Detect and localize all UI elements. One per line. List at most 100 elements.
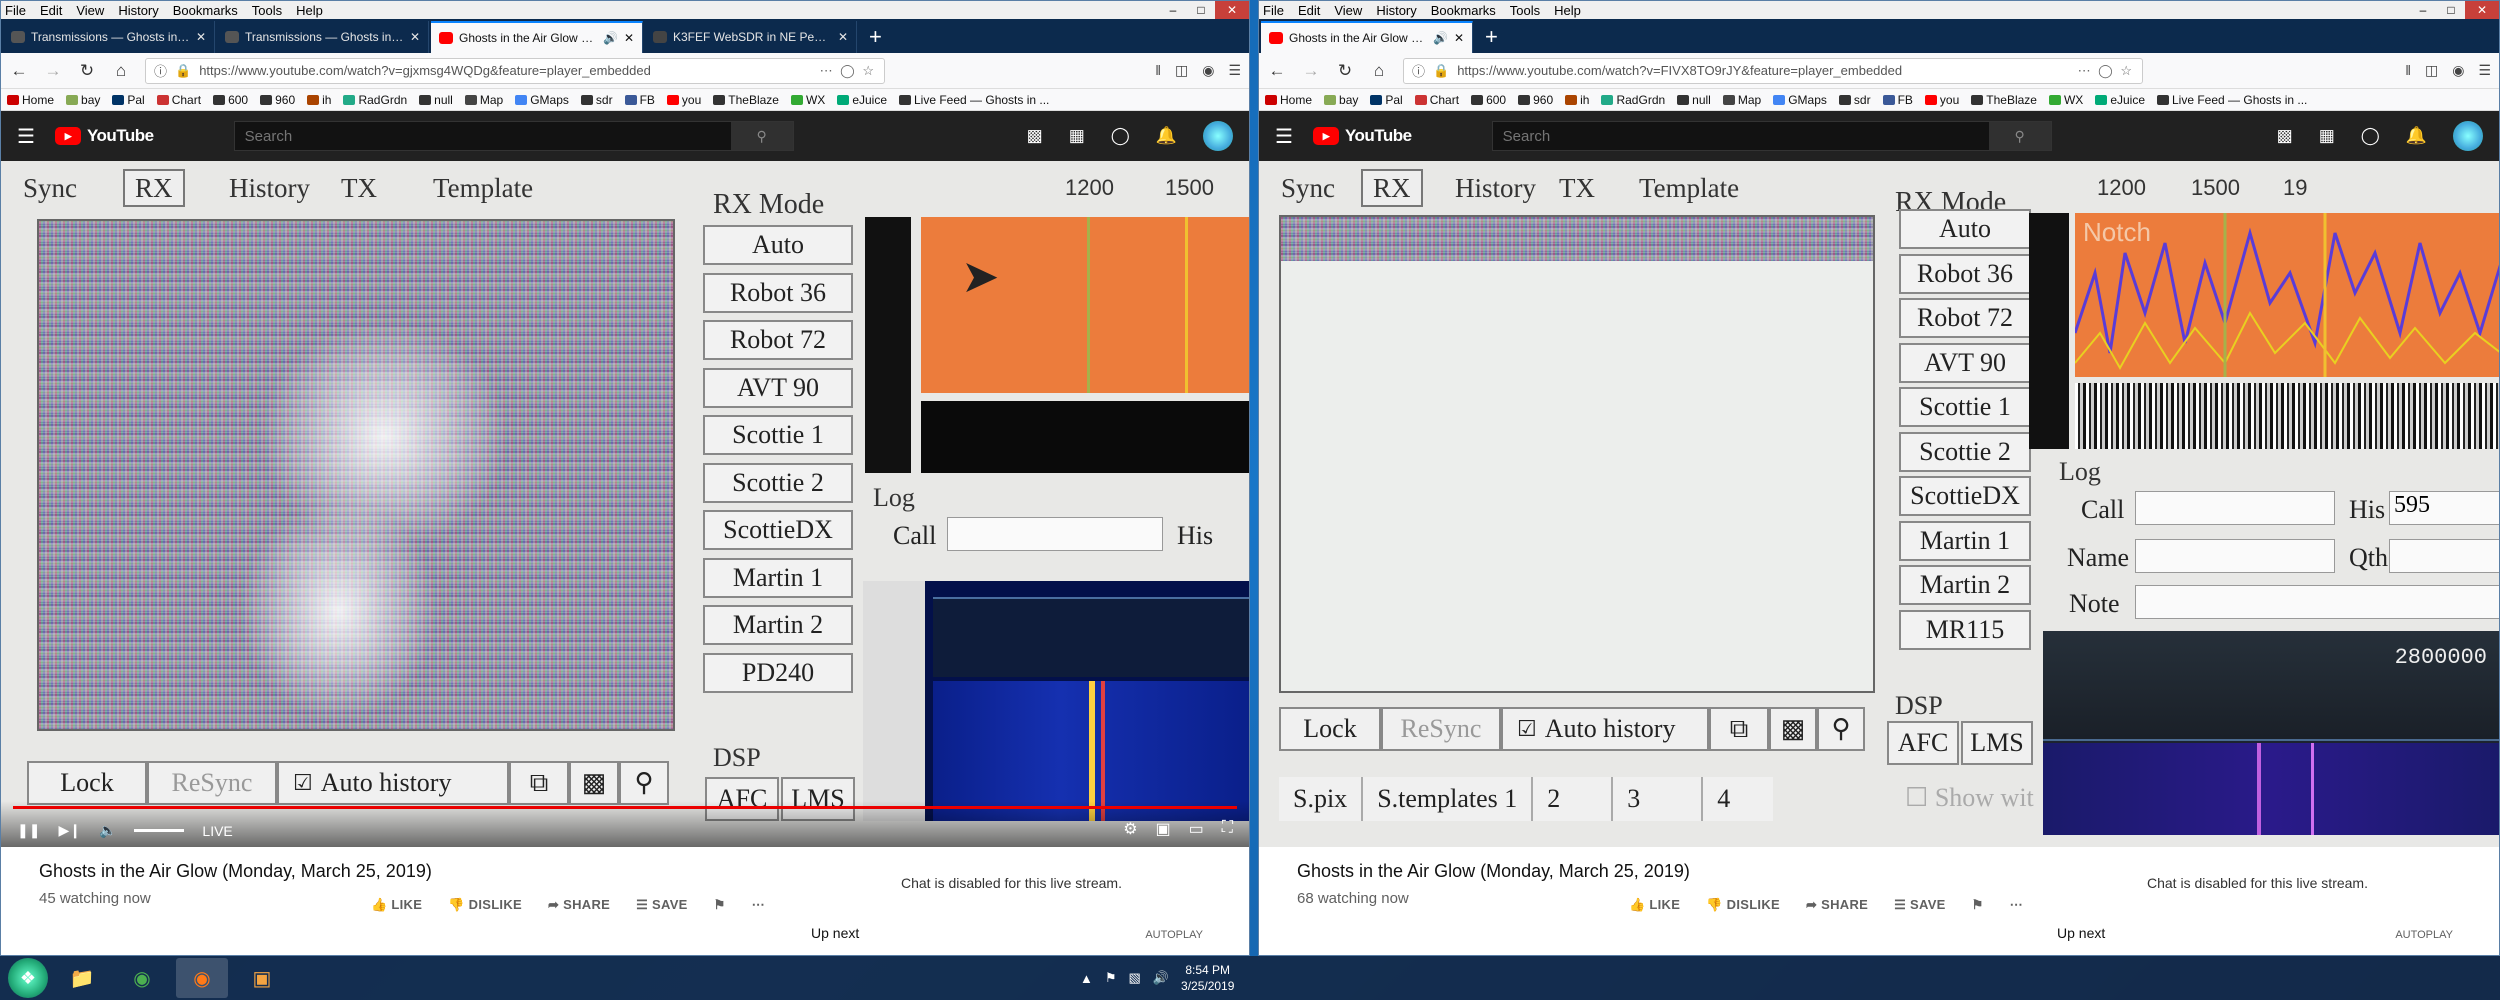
dislike-button[interactable]: 👎 DISLIKE [1706, 897, 1780, 913]
bookmark-item[interactable]: ih [307, 93, 331, 107]
browser-tab[interactable]: Transmissions — Ghosts in the ✕ [3, 21, 215, 53]
speaker-icon[interactable]: 🔊 [1433, 31, 1448, 45]
bookmark-item[interactable]: WX [2048, 93, 2083, 107]
info-icon[interactable]: ⓘ [154, 61, 167, 80]
bookmark-item[interactable]: you [1924, 93, 1959, 107]
info-icon[interactable]: ⓘ [1412, 61, 1425, 80]
close-tab-icon[interactable]: ✕ [410, 30, 420, 44]
video-player[interactable]: Sync RX History TX Template RX Mode 1200… [1259, 161, 2499, 847]
video-player[interactable]: Sync RX History TX Template RX Mode 1200… [1, 161, 1249, 847]
forward-icon[interactable]: → [43, 61, 63, 81]
browser-tab-active[interactable]: Ghosts in the Air Glow (Mo 🔊 ✕ [1261, 21, 1473, 53]
bookmark-item[interactable]: eJuice [2095, 93, 2145, 107]
bookmark-item[interactable]: GMaps [1773, 93, 1827, 107]
close-tab-icon[interactable]: ✕ [1454, 31, 1464, 45]
bookmark-item[interactable]: 600 [1471, 93, 1506, 107]
dislike-button[interactable]: 👎 DISLIKE [448, 897, 522, 913]
home-icon[interactable]: ⌂ [1369, 61, 1389, 81]
bookmark-item[interactable]: sdr [580, 93, 613, 107]
library-icon[interactable]: ‖ [1155, 62, 1161, 79]
flag-icon[interactable]: ⚑ [1105, 970, 1117, 986]
youtube-logo[interactable]: ▶ YouTube [1312, 126, 1412, 146]
close-icon[interactable]: ✕ [2465, 1, 2499, 19]
bookmark-item[interactable]: Pal [1370, 93, 1403, 107]
bookmark-item[interactable]: GMaps [515, 93, 569, 107]
page-actions-icon[interactable]: ⋯ ◯ ☆ [820, 63, 876, 79]
extension-icon[interactable]: ◉ [2452, 62, 2464, 79]
browser-tab[interactable]: Transmissions — Ghosts in the ✕ [217, 21, 429, 53]
miniplayer-icon[interactable]: ▣ [1156, 819, 1171, 839]
maximize-icon[interactable]: □ [2437, 1, 2465, 19]
bookmark-item[interactable]: TheBlaze [1971, 93, 2037, 107]
menu-icon[interactable]: ☰ [2478, 62, 2491, 79]
close-tab-icon[interactable]: ✕ [624, 31, 634, 45]
bookmark-item[interactable]: bay [66, 93, 100, 107]
flag-icon[interactable]: ⚑ [714, 897, 726, 913]
search-input[interactable] [1492, 122, 1989, 150]
browser-tab-active[interactable]: Ghosts in the Air Glow (Mo 🔊 ✕ [431, 21, 643, 53]
close-icon[interactable]: ✕ [1215, 1, 1249, 19]
bookmark-item[interactable]: you [666, 93, 701, 107]
search-icon[interactable]: ⚲ [730, 122, 793, 150]
back-icon[interactable]: ← [9, 61, 29, 81]
minimize-icon[interactable]: – [2409, 1, 2437, 19]
create-video-icon[interactable]: ▩ [1027, 126, 1043, 146]
search-input[interactable] [234, 122, 731, 150]
firefox-icon[interactable]: ◉ [176, 958, 228, 998]
network-icon[interactable]: ▧ [1129, 970, 1141, 986]
bookmark-item[interactable]: ih [1565, 93, 1589, 107]
menu-history[interactable]: History [1376, 3, 1416, 18]
start-button[interactable]: ❖ [8, 958, 48, 998]
more-icon[interactable]: ⋯ [2010, 897, 2023, 913]
save-button[interactable]: ☰ SAVE [636, 897, 688, 913]
new-tab-button[interactable]: + [1475, 21, 1508, 53]
bookmark-item[interactable]: Home [1265, 93, 1312, 107]
speaker-icon[interactable]: 🔊 [1153, 970, 1169, 986]
url-bar[interactable]: ⓘ 🔒 https://www.youtube.com/watch?v=gjxm… [145, 57, 885, 84]
bookmark-item[interactable]: Chart [156, 93, 201, 107]
bookmark-item[interactable]: Live Feed — Ghosts in ... [899, 93, 1049, 107]
menu-bookmarks[interactable]: Bookmarks [1431, 3, 1496, 18]
home-icon[interactable]: ⌂ [111, 61, 131, 81]
notifications-icon[interactable]: 🔔 [2406, 126, 2427, 146]
bookmark-item[interactable]: Home [7, 93, 54, 107]
volume-slider[interactable] [134, 829, 185, 832]
bookmark-item[interactable]: 960 [1518, 93, 1553, 107]
bookmark-item[interactable]: Map [1722, 93, 1761, 107]
bookmark-item[interactable]: 960 [260, 93, 295, 107]
new-tab-button[interactable]: + [859, 21, 892, 53]
menu-bookmarks[interactable]: Bookmarks [173, 3, 238, 18]
bookmark-item[interactable]: null [419, 93, 453, 107]
sidebar-icon[interactable]: ◫ [2425, 62, 2438, 79]
fullscreen-icon[interactable]: ⛶ [1222, 819, 1233, 839]
bookmark-item[interactable]: bay [1324, 93, 1358, 107]
reload-icon[interactable]: ↻ [77, 61, 97, 81]
menu-edit[interactable]: Edit [40, 3, 62, 18]
library-icon[interactable]: ‖ [2405, 62, 2411, 79]
menu-view[interactable]: View [1334, 3, 1362, 18]
browser-tab[interactable]: K3FEF WebSDR in NE Pennsylv ✕ [645, 21, 857, 53]
search-icon[interactable]: ⚲ [1988, 122, 2051, 150]
minimize-icon[interactable]: – [1159, 1, 1187, 19]
next-icon[interactable]: ▶❙ [58, 822, 81, 839]
menu-file[interactable]: File [5, 3, 26, 18]
save-button[interactable]: ☰ SAVE [1894, 897, 1946, 913]
close-tab-icon[interactable]: ✕ [838, 30, 848, 44]
hamburger-icon[interactable]: ☰ [1275, 124, 1293, 149]
more-icon[interactable]: ⋯ [752, 897, 765, 913]
create-video-icon[interactable]: ▩ [2277, 126, 2293, 146]
bookmark-item[interactable]: FB [624, 93, 655, 107]
flag-icon[interactable]: ⚑ [1972, 897, 1984, 913]
apps-icon[interactable]: ▦ [2319, 126, 2335, 146]
bookmark-item[interactable]: Live Feed — Ghosts in ... [2157, 93, 2307, 107]
hamburger-icon[interactable]: ☰ [17, 124, 35, 149]
clock[interactable]: 8:54 PM 3/25/2019 [1181, 962, 1234, 994]
bookmark-item[interactable]: Pal [112, 93, 145, 107]
maximize-icon[interactable]: □ [1187, 1, 1215, 19]
menu-help[interactable]: Help [296, 3, 323, 18]
show-hidden-icon[interactable]: ▲ [1080, 971, 1093, 986]
bookmark-item[interactable]: Chart [1414, 93, 1459, 107]
avatar[interactable] [1203, 121, 1233, 151]
settings-icon[interactable]: ⚙ [1123, 819, 1137, 839]
notifications-icon[interactable]: 🔔 [1156, 126, 1177, 146]
